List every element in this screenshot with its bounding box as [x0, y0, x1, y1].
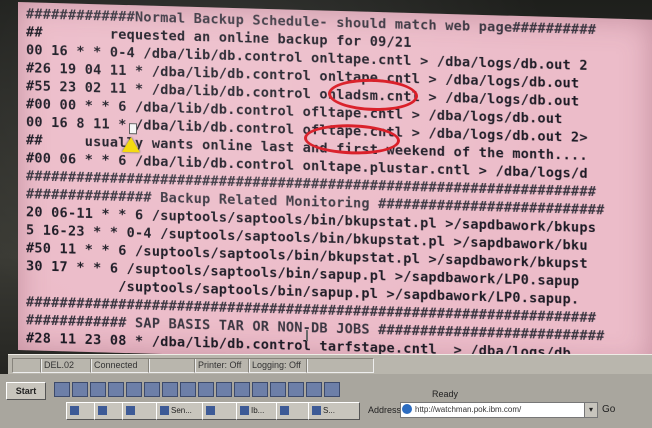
quicklaunch-icon[interactable]	[270, 382, 286, 397]
quicklaunch-icon[interactable]	[288, 382, 304, 397]
taskbar-button-label: S...	[323, 406, 336, 415]
window-icon	[70, 406, 79, 415]
quicklaunch-icon[interactable]	[306, 382, 322, 397]
status-cell	[306, 358, 374, 373]
quicklaunch-icon[interactable]	[252, 382, 268, 397]
quicklaunch-icon[interactable]	[180, 382, 196, 397]
ie-page-icon	[402, 404, 412, 414]
status-cell: Logging: Off	[248, 358, 308, 373]
window-icon	[206, 406, 215, 415]
window-icon	[98, 406, 107, 415]
go-button[interactable]: Go	[602, 404, 615, 415]
ibeam-cursor-icon	[306, 330, 308, 342]
taskbar-button-label: Ib...	[251, 406, 265, 415]
address-input[interactable]: http://watchman.pok.ibm.com/	[400, 402, 596, 418]
quicklaunch-icon[interactable]	[234, 382, 250, 397]
window-icon	[240, 406, 249, 415]
status-cell	[148, 358, 196, 373]
address-label: Address	[368, 405, 402, 415]
quicklaunch-icon[interactable]	[54, 382, 70, 397]
windows-taskbar: Start Ready Sen... Ib... S... Address ht…	[0, 374, 652, 428]
status-cell	[12, 358, 42, 373]
taskbar-button[interactable]: S...	[308, 402, 360, 420]
pointer-triangle-icon	[122, 136, 140, 153]
quicklaunch-icon[interactable]	[126, 382, 142, 397]
taskbar-button-label: Sen...	[171, 406, 192, 415]
status-cell: Printer: Off	[194, 358, 250, 373]
status-cell: DEL.02	[40, 358, 92, 373]
quicklaunch-icon[interactable]	[216, 382, 232, 397]
window-icon	[280, 406, 289, 415]
quicklaunch-icon[interactable]	[108, 382, 124, 397]
start-button[interactable]: Start	[6, 382, 46, 400]
quicklaunch-icon[interactable]	[144, 382, 160, 397]
ready-status: Ready	[432, 389, 459, 399]
quicklaunch-icon[interactable]	[162, 382, 178, 397]
quicklaunch-icon[interactable]	[90, 382, 106, 397]
quicklaunch-icon[interactable]	[198, 382, 214, 397]
window-icon	[126, 406, 135, 415]
address-dropdown-button[interactable]: ▾	[584, 402, 598, 418]
quicklaunch-icon[interactable]	[324, 382, 340, 397]
terminal-window[interactable]: #############Normal Backup Schedule- sho…	[18, 2, 652, 368]
quicklaunch-icon[interactable]	[72, 382, 88, 397]
terminal-statusbar: DEL.02 Connected Printer: Off Logging: O…	[8, 354, 652, 375]
text-cursor-block	[129, 123, 137, 135]
window-icon	[160, 406, 169, 415]
status-cell: Connected	[90, 358, 150, 373]
window-icon	[312, 406, 321, 415]
